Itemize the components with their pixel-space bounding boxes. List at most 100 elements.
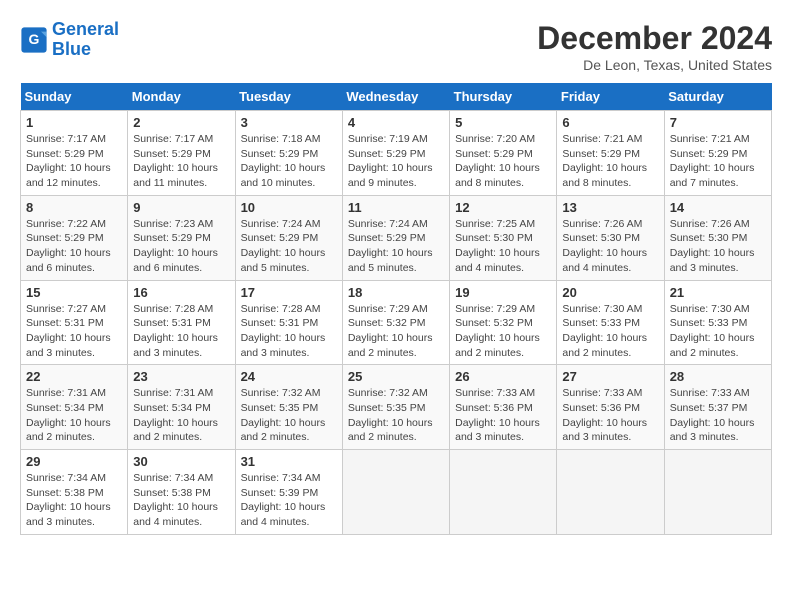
weekday-header-sunday: Sunday	[21, 83, 128, 111]
day-number: 31	[241, 454, 337, 469]
calendar-cell: 16 Sunrise: 7:28 AMSunset: 5:31 PMDayligh…	[128, 280, 235, 365]
calendar-cell: 11 Sunrise: 7:24 AMSunset: 5:29 PMDayligh…	[342, 195, 449, 280]
day-number: 6	[562, 115, 658, 130]
day-number: 27	[562, 369, 658, 384]
calendar-cell: 18 Sunrise: 7:29 AMSunset: 5:32 PMDayligh…	[342, 280, 449, 365]
calendar-cell: 14 Sunrise: 7:26 AMSunset: 5:30 PMDayligh…	[664, 195, 771, 280]
calendar-cell: 30Sunrise: 7:34 AMSunset: 5:38 PMDayligh…	[128, 450, 235, 535]
calendar-week-4: 22 Sunrise: 7:31 AMSunset: 5:34 PMDayligh…	[21, 365, 772, 450]
calendar-cell: 12Sunrise: 7:25 AMSunset: 5:30 PMDayligh…	[450, 195, 557, 280]
day-number: 4	[348, 115, 444, 130]
day-info: Sunrise: 7:20 AMSunset: 5:29 PMDaylight:…	[455, 132, 551, 191]
day-number: 12	[455, 200, 551, 215]
calendar-cell: 28 Sunrise: 7:33 AMSunset: 5:37 PMDayligh…	[664, 365, 771, 450]
calendar-cell: 6 Sunrise: 7:21 AMSunset: 5:29 PMDaylight…	[557, 111, 664, 196]
calendar-cell: 2 Sunrise: 7:17 AMSunset: 5:29 PMDaylight…	[128, 111, 235, 196]
day-info: Sunrise: 7:24 AMSunset: 5:29 PMDaylight:…	[241, 217, 337, 276]
weekday-header-tuesday: Tuesday	[235, 83, 342, 111]
day-number: 28	[670, 369, 766, 384]
calendar-cell: 22 Sunrise: 7:31 AMSunset: 5:34 PMDayligh…	[21, 365, 128, 450]
day-info: Sunrise: 7:21 AMSunset: 5:29 PMDaylight:…	[562, 132, 658, 191]
day-number: 5	[455, 115, 551, 130]
day-number: 16	[133, 285, 229, 300]
calendar-cell: 5 Sunrise: 7:20 AMSunset: 5:29 PMDaylight…	[450, 111, 557, 196]
calendar-cell	[664, 450, 771, 535]
calendar-cell: 20Sunrise: 7:30 AMSunset: 5:33 PMDayligh…	[557, 280, 664, 365]
day-number: 21	[670, 285, 766, 300]
logo: G General Blue	[20, 20, 119, 60]
calendar-cell: 31Sunrise: 7:34 AMSunset: 5:39 PMDayligh…	[235, 450, 342, 535]
day-info: Sunrise: 7:33 AMSunset: 5:36 PMDaylight:…	[455, 386, 551, 445]
calendar-cell	[342, 450, 449, 535]
calendar-table: SundayMondayTuesdayWednesdayThursdayFrid…	[20, 83, 772, 535]
day-info: Sunrise: 7:24 AMSunset: 5:29 PMDaylight:…	[348, 217, 444, 276]
calendar-cell: 13 Sunrise: 7:26 AMSunset: 5:30 PMDayligh…	[557, 195, 664, 280]
svg-text:G: G	[29, 31, 40, 47]
day-number: 2	[133, 115, 229, 130]
calendar-week-2: 8Sunrise: 7:22 AMSunset: 5:29 PMDaylight…	[21, 195, 772, 280]
day-number: 18	[348, 285, 444, 300]
day-number: 13	[562, 200, 658, 215]
title-area: December 2024 De Leon, Texas, United Sta…	[537, 20, 772, 73]
day-info: Sunrise: 7:17 AMSunset: 5:29 PMDaylight:…	[133, 132, 229, 191]
day-number: 26	[455, 369, 551, 384]
calendar-cell: 7 Sunrise: 7:21 AMSunset: 5:29 PMDaylight…	[664, 111, 771, 196]
day-info: Sunrise: 7:21 AMSunset: 5:29 PMDaylight:…	[670, 132, 766, 191]
calendar-cell: 1Sunrise: 7:17 AMSunset: 5:29 PMDaylight…	[21, 111, 128, 196]
day-info: Sunrise: 7:33 AMSunset: 5:36 PMDaylight:…	[562, 386, 658, 445]
day-number: 14	[670, 200, 766, 215]
day-number: 7	[670, 115, 766, 130]
day-number: 22	[26, 369, 122, 384]
weekday-header-thursday: Thursday	[450, 83, 557, 111]
day-number: 11	[348, 200, 444, 215]
calendar-cell: 23 Sunrise: 7:31 AMSunset: 5:34 PMDayligh…	[128, 365, 235, 450]
calendar-cell: 17Sunrise: 7:28 AMSunset: 5:31 PMDayligh…	[235, 280, 342, 365]
day-info: Sunrise: 7:23 AMSunset: 5:29 PMDaylight:…	[133, 217, 229, 276]
logo-line2: Blue	[52, 39, 91, 59]
day-number: 15	[26, 285, 122, 300]
weekday-header-wednesday: Wednesday	[342, 83, 449, 111]
calendar-cell: 3Sunrise: 7:18 AMSunset: 5:29 PMDaylight…	[235, 111, 342, 196]
calendar-cell: 27 Sunrise: 7:33 AMSunset: 5:36 PMDayligh…	[557, 365, 664, 450]
calendar-cell: 9 Sunrise: 7:23 AMSunset: 5:29 PMDaylight…	[128, 195, 235, 280]
location: De Leon, Texas, United States	[537, 57, 772, 73]
day-number: 19	[455, 285, 551, 300]
calendar-cell: 26 Sunrise: 7:33 AMSunset: 5:36 PMDayligh…	[450, 365, 557, 450]
day-info: Sunrise: 7:32 AMSunset: 5:35 PMDaylight:…	[241, 386, 337, 445]
day-number: 24	[241, 369, 337, 384]
day-number: 10	[241, 200, 337, 215]
day-info: Sunrise: 7:27 AMSunset: 5:31 PMDaylight:…	[26, 302, 122, 361]
day-number: 17	[241, 285, 337, 300]
calendar-week-5: 29Sunrise: 7:34 AMSunset: 5:38 PMDayligh…	[21, 450, 772, 535]
day-info: Sunrise: 7:29 AMSunset: 5:32 PMDaylight:…	[455, 302, 551, 361]
logo-line1: General	[52, 19, 119, 39]
weekday-header-saturday: Saturday	[664, 83, 771, 111]
month-title: December 2024	[537, 20, 772, 57]
day-info: Sunrise: 7:18 AMSunset: 5:29 PMDaylight:…	[241, 132, 337, 191]
day-info: Sunrise: 7:26 AMSunset: 5:30 PMDaylight:…	[670, 217, 766, 276]
logo-icon: G	[20, 26, 48, 54]
weekday-header-friday: Friday	[557, 83, 664, 111]
day-info: Sunrise: 7:29 AMSunset: 5:32 PMDaylight:…	[348, 302, 444, 361]
day-number: 29	[26, 454, 122, 469]
calendar-cell	[450, 450, 557, 535]
calendar-cell: 4 Sunrise: 7:19 AMSunset: 5:29 PMDaylight…	[342, 111, 449, 196]
day-info: Sunrise: 7:31 AMSunset: 5:34 PMDaylight:…	[26, 386, 122, 445]
day-number: 8	[26, 200, 122, 215]
day-info: Sunrise: 7:28 AMSunset: 5:31 PMDaylight:…	[133, 302, 229, 361]
day-info: Sunrise: 7:19 AMSunset: 5:29 PMDaylight:…	[348, 132, 444, 191]
day-number: 30	[133, 454, 229, 469]
calendar-cell: 29Sunrise: 7:34 AMSunset: 5:38 PMDayligh…	[21, 450, 128, 535]
day-info: Sunrise: 7:30 AMSunset: 5:33 PMDaylight:…	[670, 302, 766, 361]
day-number: 9	[133, 200, 229, 215]
calendar-body: 1 Sunrise: 7:17 AMSunset: 5:29 PMDaylight…	[21, 111, 772, 535]
day-number: 1	[26, 115, 122, 130]
day-info: Sunrise: 7:33 AMSunset: 5:37 PMDaylight:…	[670, 386, 766, 445]
calendar-cell: 8Sunrise: 7:22 AMSunset: 5:29 PMDaylight…	[21, 195, 128, 280]
calendar-cell	[557, 450, 664, 535]
day-info: Sunrise: 7:26 AMSunset: 5:30 PMDaylight:…	[562, 217, 658, 276]
calendar-cell: 10 Sunrise: 7:24 AMSunset: 5:29 PMDayligh…	[235, 195, 342, 280]
day-number: 23	[133, 369, 229, 384]
day-info: Sunrise: 7:31 AMSunset: 5:34 PMDaylight:…	[133, 386, 229, 445]
calendar-cell: 24 Sunrise: 7:32 AMSunset: 5:35 PMDayligh…	[235, 365, 342, 450]
